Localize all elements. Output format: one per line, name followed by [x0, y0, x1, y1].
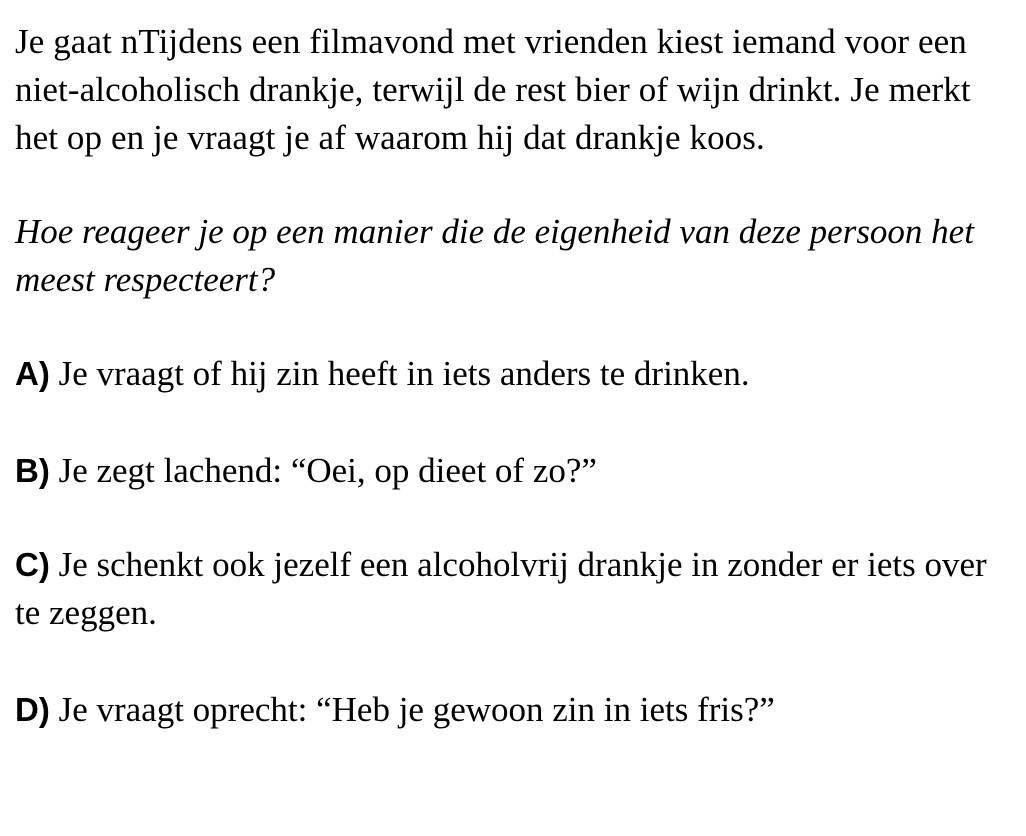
question-text: Hoe reageer je op een manier die de eige…	[15, 212, 974, 299]
answer-option-c: C) Je schenkt ook jezelf een alcoholvrij…	[15, 541, 1015, 637]
option-letter-b: B)	[15, 452, 50, 489]
option-text-a: Je vraagt of hij zin heeft in iets ander…	[49, 354, 750, 393]
option-letter-d: D)	[15, 691, 50, 728]
answer-option-b: B) Je zegt lachend: “Oei, op dieet of zo…	[15, 447, 1015, 495]
scenario-text: Je gaat nTijdens een filmavond met vrien…	[15, 22, 971, 157]
answer-option-a: A) Je vraagt of hij zin heeft in iets an…	[15, 350, 1015, 398]
option-text-c: Je schenkt ook jezelf een alcoholvrij dr…	[15, 545, 987, 632]
answer-option-d: D) Je vraagt oprecht: “Heb je gewoon zin…	[15, 686, 1015, 734]
option-text-b: Je zegt lachend: “Oei, op dieet of zo?”	[49, 451, 597, 490]
quiz-document: Je gaat nTijdens een filmavond met vrien…	[15, 18, 1015, 734]
option-text-d: Je vraagt oprecht: “Heb je gewoon zin in…	[49, 690, 775, 729]
option-letter-c: C)	[15, 546, 50, 583]
option-letter-a: A)	[15, 355, 50, 392]
